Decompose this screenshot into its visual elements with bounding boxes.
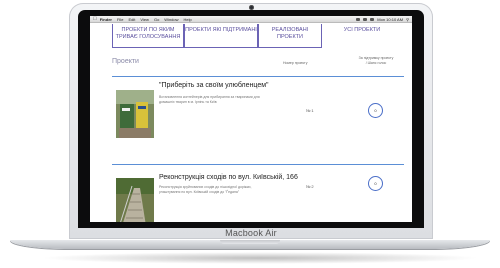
project-tabs: ПРОЕКТИ ПО ЯКИМ ТРИВАЄ ГОЛОСУВАННЯ ПРОЕК…: [90, 24, 412, 49]
battery-icon[interactable]: [370, 17, 375, 21]
menu-help[interactable]: Help: [184, 17, 192, 22]
laptop-brand-label: Macbook Air: [225, 228, 277, 238]
laptop-shadow: [40, 252, 480, 264]
header-projects: Проекти: [112, 58, 139, 65]
tab-all[interactable]: УСІ ПРОЕКТИ: [322, 24, 402, 48]
tab-implemented[interactable]: РЕАЛІЗОВАНІ ПРОЕКТИ: [258, 24, 322, 48]
menu-window[interactable]: Window: [164, 17, 178, 22]
menu-edit[interactable]: Edit: [128, 17, 135, 22]
wifi-icon[interactable]: [356, 17, 361, 21]
project-title[interactable]: "Приберіть за своїм улюбленцем": [159, 82, 269, 89]
menu-go[interactable]: Go: [154, 17, 159, 22]
laptop-notch: [220, 240, 280, 244]
volume-icon[interactable]: [363, 17, 368, 21]
menubar-clock[interactable]: Mon 10:10 AM: [377, 17, 403, 22]
menu-file[interactable]: File: [117, 17, 123, 22]
project-description: Реконструкція зруйнованих сходів до пішо…: [159, 185, 252, 194]
header-support: За підтримку проекту / Шанс голос: [358, 56, 394, 65]
trash-bins-photo[interactable]: [116, 90, 154, 138]
project-title[interactable]: Реконструкція сходів по вул. Київській, …: [159, 174, 298, 181]
header-number: Номер проекту: [283, 61, 308, 65]
screen:  Finder File Edit View Go Window Help M…: [90, 16, 412, 222]
mac-menubar:  Finder File Edit View Go Window Help M…: [90, 16, 412, 23]
menu-finder[interactable]: Finder: [100, 17, 112, 22]
project-number: № 2: [306, 184, 314, 189]
tab-supported[interactable]: ПРОЕКТИ ЯКІ ПІДТРИМАНІ: [184, 24, 258, 48]
menu-view[interactable]: View: [140, 17, 149, 22]
project-description: Встановлення контейнерів для прибирання …: [159, 95, 260, 104]
camera-icon: [249, 5, 254, 10]
menubar-status: Mon 10:10 AM ⚲: [356, 17, 409, 22]
vote-button[interactable]: 0: [368, 103, 383, 118]
search-icon[interactable]: ⚲: [406, 17, 409, 22]
vote-button[interactable]: 0: [368, 176, 383, 191]
project-number: № 1: [306, 108, 314, 113]
apple-icon[interactable]: : [93, 16, 97, 22]
tab-voting[interactable]: ПРОЕКТИ ПО ЯКИМ ТРИВАЄ ГОЛОСУВАННЯ: [112, 24, 184, 48]
row-divider: [112, 164, 404, 165]
header-divider: [112, 76, 404, 77]
stairs-photo[interactable]: [116, 178, 154, 222]
table-header: Проекти Номер проекту За підтримку проек…: [90, 52, 412, 76]
